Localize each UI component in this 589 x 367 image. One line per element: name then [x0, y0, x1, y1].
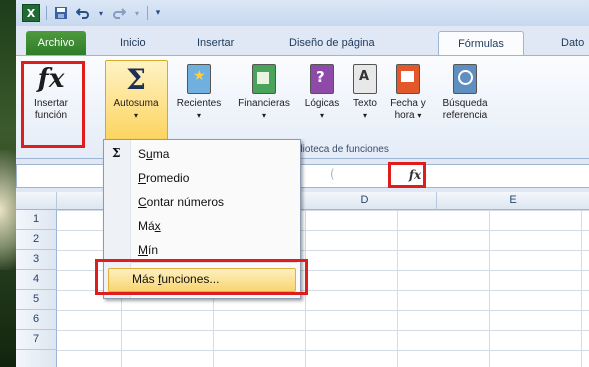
- logicas-label: Lógicas: [304, 98, 340, 109]
- lookup-book-icon: [453, 64, 477, 94]
- undo-icon[interactable]: [75, 5, 91, 21]
- customize-qat-icon[interactable]: ▾: [154, 5, 162, 21]
- busqueda-label-1: Búsqueda: [442, 98, 488, 109]
- fecha-hora-label-1: Fecha y: [390, 98, 426, 109]
- tab-archivo[interactable]: Archivo: [26, 31, 86, 55]
- highlight-fx-button: [388, 162, 426, 188]
- column-header-d[interactable]: D: [293, 192, 437, 210]
- ribbon-tabs: Archivo Inicio Insertar Diseño de página…: [16, 31, 589, 56]
- sigma-icon: Σ: [112, 146, 121, 160]
- fecha-hora-label-2-row: hora ▾: [385, 110, 431, 122]
- qat-separator: [147, 6, 148, 20]
- menu-item-text: ín: [148, 243, 159, 257]
- row-header[interactable]: 1: [16, 210, 57, 230]
- redo-icon[interactable]: [111, 5, 127, 21]
- financieras-button[interactable]: Financieras ▾: [230, 62, 298, 122]
- logicas-button[interactable]: ? Lógicas ▾: [299, 62, 345, 122]
- quick-access-toolbar: X ▾ ▾ ▾: [22, 4, 162, 22]
- financieras-label: Financieras: [238, 98, 290, 109]
- calendar-book-icon: [396, 64, 420, 94]
- sigma-icon: Σ: [126, 62, 146, 96]
- highlight-mas-funciones: [95, 259, 308, 295]
- menu-item-text: ontar números: [146, 195, 225, 209]
- title-bar: X ▾ ▾ ▾: [16, 0, 589, 26]
- menu-item-contar-numeros[interactable]: Contar números: [138, 195, 224, 209]
- menu-item-accelerator: M: [138, 243, 148, 257]
- tab-diseno-pagina[interactable]: Diseño de página: [289, 31, 375, 55]
- recientes-button[interactable]: ★ Recientes ▾: [169, 62, 229, 122]
- excel-window: X ▾ ▾ ▾ Archivo Inicio Insertar Diseño d…: [16, 0, 589, 367]
- tab-formulas[interactable]: Fórmulas: [438, 31, 524, 56]
- star-book-icon: ★: [187, 64, 211, 94]
- chevron-down-icon: ▾: [133, 111, 138, 120]
- row-header[interactable]: 7: [16, 330, 57, 350]
- row-header[interactable]: 6: [16, 310, 57, 330]
- chevron-down-icon: ▾: [261, 111, 266, 120]
- menu-item-text: romedio: [146, 171, 190, 185]
- tab-inicio[interactable]: Inicio: [120, 31, 146, 55]
- row-header[interactable]: [16, 350, 57, 367]
- select-all-corner[interactable]: [16, 192, 57, 210]
- highlight-insert-function: [21, 61, 85, 148]
- logical-book-icon: ?: [310, 64, 334, 94]
- row-header[interactable]: 5: [16, 290, 57, 310]
- fecha-hora-button[interactable]: Fecha y hora ▾: [385, 62, 431, 122]
- menu-item-promedio[interactable]: Promedio: [138, 171, 189, 185]
- row-header[interactable]: 3: [16, 250, 57, 270]
- tab-insertar[interactable]: Insertar: [197, 31, 234, 55]
- excel-icon[interactable]: X: [22, 4, 40, 22]
- menu-item-accelerator: C: [138, 195, 147, 209]
- busqueda-button[interactable]: Búsqueda referencia: [432, 62, 498, 122]
- tab-datos[interactable]: Dato: [561, 31, 584, 55]
- ribbon: fx Insertar función Σ Autosuma ▾ ★ Recie…: [16, 55, 589, 159]
- autosuma-button[interactable]: Σ Autosuma ▾: [105, 62, 167, 122]
- group-label: Biblioteca de funciones: [286, 144, 389, 155]
- row-header[interactable]: 4: [16, 270, 57, 290]
- qat-separator: [46, 6, 47, 20]
- autosuma-label: Autosuma: [113, 98, 159, 109]
- menu-item-accelerator: u: [146, 147, 153, 161]
- row-header[interactable]: 2: [16, 230, 57, 250]
- menu-item-text: ma: [152, 147, 170, 161]
- chevron-down-icon[interactable]: ▾: [133, 5, 141, 21]
- save-icon[interactable]: [53, 5, 69, 21]
- chevron-down-icon: ▾: [196, 111, 201, 120]
- menu-item-min[interactable]: Mín: [138, 243, 158, 257]
- busqueda-label-2: referencia: [442, 110, 488, 121]
- menu-item-text: S: [138, 147, 147, 161]
- texto-button[interactable]: A Texto ▾: [346, 62, 384, 122]
- chevron-down-icon[interactable]: ▾: [97, 5, 105, 21]
- menu-item-accelerator: P: [138, 171, 147, 185]
- column-header-e[interactable]: E: [437, 192, 589, 210]
- texto-label: Texto: [353, 98, 377, 109]
- fecha-hora-label-2: hora: [394, 110, 415, 121]
- financial-book-icon: [252, 64, 276, 94]
- recientes-label: Recientes: [176, 98, 222, 109]
- chevron-down-icon: ▾: [417, 111, 422, 120]
- chevron-down-icon: ▾: [362, 111, 367, 120]
- menu-item-max[interactable]: Máx: [138, 219, 161, 233]
- text-book-icon: A: [353, 64, 377, 94]
- menu-item-accelerator: x: [154, 219, 161, 233]
- formula-bar-divider: (: [330, 167, 335, 181]
- chevron-down-icon: ▾: [319, 111, 324, 120]
- menu-item-suma[interactable]: Suma: [138, 147, 169, 161]
- menu-item-text: Má: [138, 219, 155, 233]
